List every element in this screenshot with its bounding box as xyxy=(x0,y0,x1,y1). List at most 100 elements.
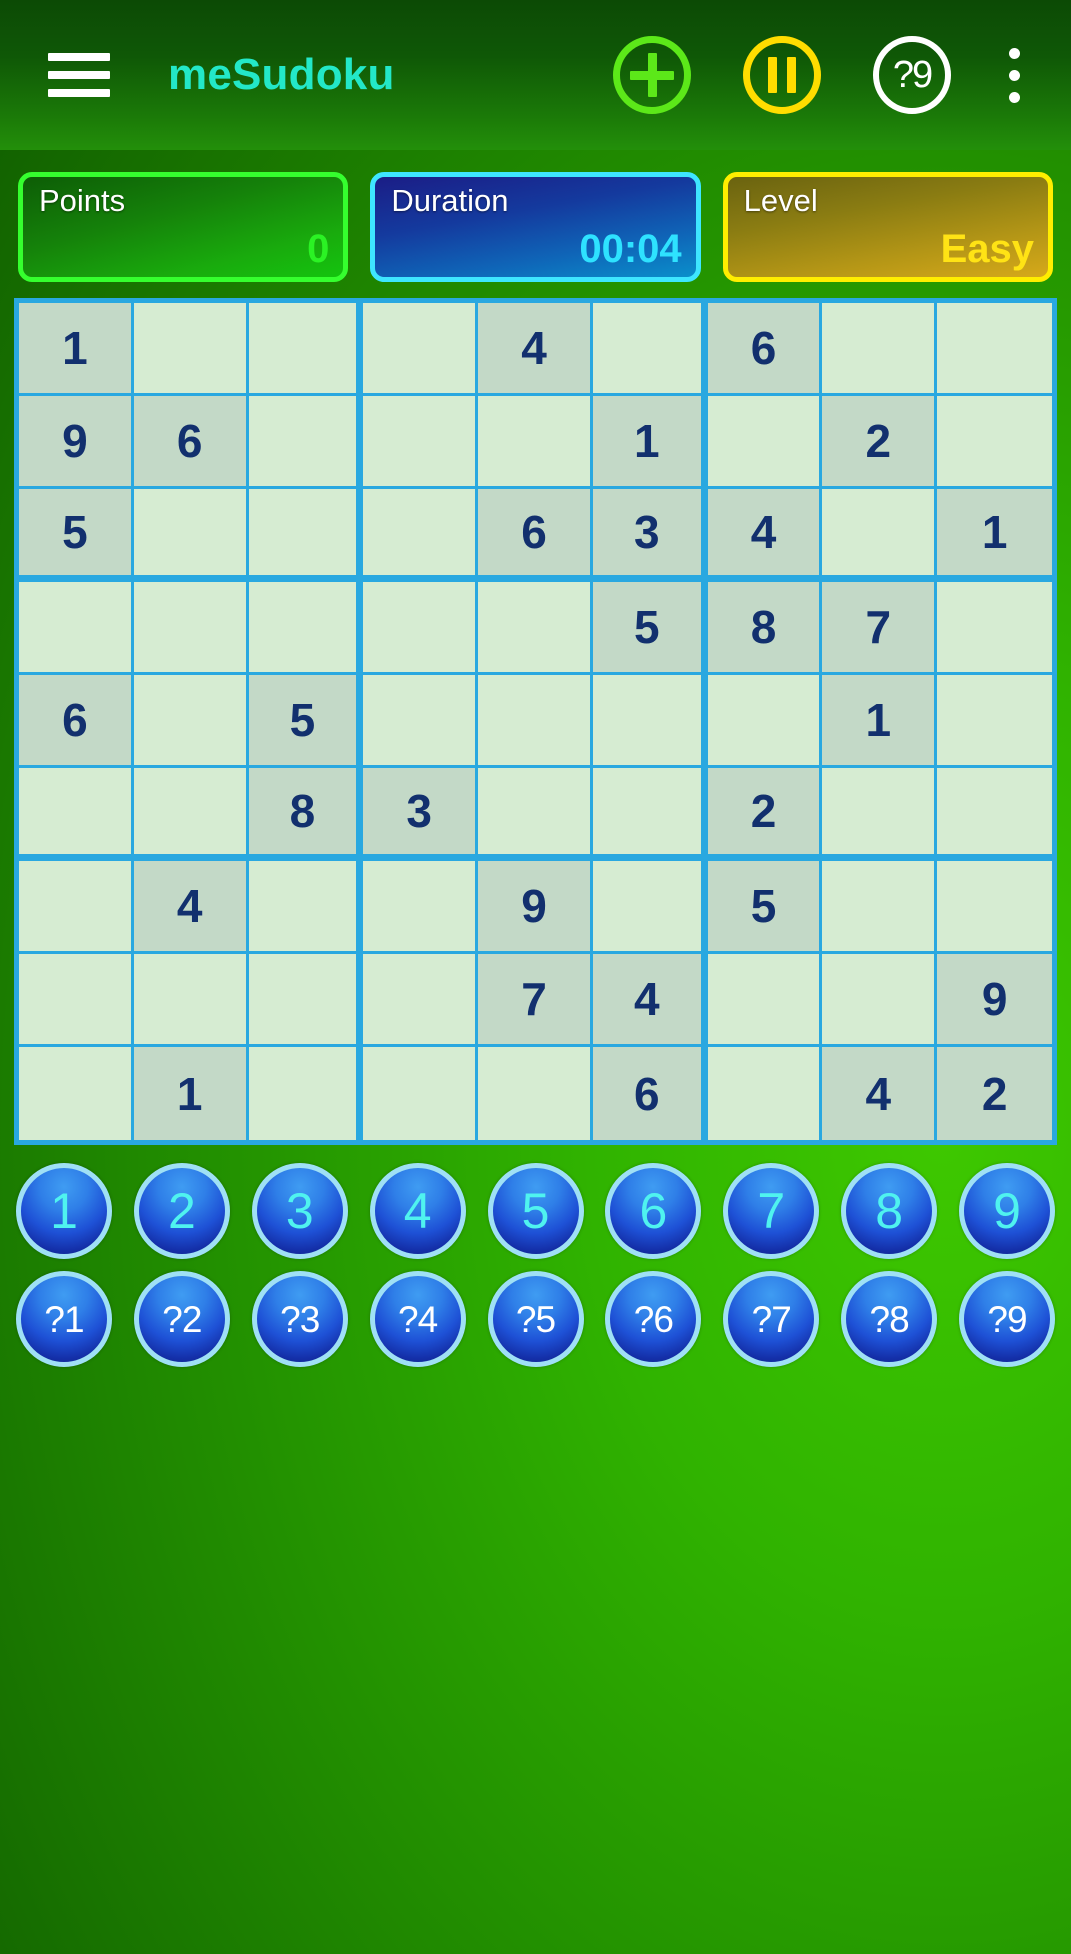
sudoku-cell-r4c3[interactable] xyxy=(248,582,364,675)
sudoku-cell-r4c5[interactable] xyxy=(478,582,593,675)
sudoku-cell-r2c2[interactable]: 6 xyxy=(133,396,249,489)
sudoku-cell-r5c3[interactable]: 5 xyxy=(248,675,364,768)
sudoku-cell-r5c6[interactable] xyxy=(592,675,708,768)
numpad-button-1[interactable]: 1 xyxy=(16,1163,112,1259)
sudoku-cell-r9c6[interactable]: 6 xyxy=(592,1047,708,1140)
sudoku-cell-r2c1[interactable]: 9 xyxy=(19,396,134,489)
sudoku-cell-r3c9[interactable]: 1 xyxy=(937,489,1052,582)
pause-button[interactable] xyxy=(743,36,821,114)
sudoku-cell-r6c6[interactable] xyxy=(592,768,708,861)
sudoku-cell-r7c6[interactable] xyxy=(592,861,708,954)
hamburger-menu-icon[interactable] xyxy=(42,44,116,106)
sudoku-cell-r2c5[interactable] xyxy=(478,396,593,489)
numpad-button-2[interactable]: 2 xyxy=(133,1163,230,1259)
sudoku-cell-r4c8[interactable]: 7 xyxy=(822,582,938,675)
sudoku-cell-r7c7[interactable]: 5 xyxy=(707,861,823,954)
numpad-hint-button-q7[interactable]: ?7 xyxy=(723,1271,820,1367)
numpad-button-5[interactable]: 5 xyxy=(487,1163,584,1259)
sudoku-cell-r6c2[interactable] xyxy=(133,768,249,861)
sudoku-cell-r3c6[interactable]: 3 xyxy=(592,489,708,582)
sudoku-cell-r4c6[interactable]: 5 xyxy=(592,582,708,675)
sudoku-cell-r5c4[interactable] xyxy=(363,675,479,768)
numpad-button-4[interactable]: 4 xyxy=(369,1163,466,1259)
sudoku-cell-r9c2[interactable]: 1 xyxy=(133,1047,249,1140)
hint-button[interactable]: ?9 xyxy=(873,36,951,114)
sudoku-cell-r7c5[interactable]: 9 xyxy=(478,861,593,954)
sudoku-cell-r6c1[interactable] xyxy=(19,768,134,861)
sudoku-cell-r8c5[interactable]: 7 xyxy=(478,954,593,1047)
sudoku-cell-r2c3[interactable] xyxy=(248,396,364,489)
sudoku-cell-r2c4[interactable] xyxy=(363,396,479,489)
sudoku-cell-r3c3[interactable] xyxy=(248,489,364,582)
sudoku-cell-r1c5[interactable]: 4 xyxy=(478,303,593,396)
sudoku-cell-r4c7[interactable]: 8 xyxy=(707,582,823,675)
sudoku-cell-r1c7[interactable]: 6 xyxy=(707,303,823,396)
sudoku-cell-r7c4[interactable] xyxy=(363,861,479,954)
sudoku-cell-r9c3[interactable] xyxy=(248,1047,364,1140)
sudoku-cell-r8c1[interactable] xyxy=(19,954,134,1047)
sudoku-cell-r1c4[interactable] xyxy=(363,303,479,396)
sudoku-cell-r3c5[interactable]: 6 xyxy=(478,489,593,582)
sudoku-cell-r6c5[interactable] xyxy=(478,768,593,861)
sudoku-cell-r7c2[interactable]: 4 xyxy=(133,861,249,954)
sudoku-cell-r8c2[interactable] xyxy=(133,954,249,1047)
sudoku-cell-r8c7[interactable] xyxy=(707,954,823,1047)
numpad-hint-button-q8[interactable]: ?8 xyxy=(841,1271,938,1367)
sudoku-cell-r8c8[interactable] xyxy=(822,954,938,1047)
sudoku-cell-r3c1[interactable]: 5 xyxy=(19,489,134,582)
sudoku-cell-r8c3[interactable] xyxy=(248,954,364,1047)
sudoku-board[interactable]: 1469612563415876518324957491642 xyxy=(14,298,1057,1145)
sudoku-cell-r7c9[interactable] xyxy=(937,861,1052,954)
sudoku-cell-r6c4[interactable]: 3 xyxy=(363,768,479,861)
numpad-button-9[interactable]: 9 xyxy=(959,1163,1055,1259)
new-game-button[interactable] xyxy=(613,36,691,114)
sudoku-cell-r5c8[interactable]: 1 xyxy=(822,675,938,768)
numpad-button-3[interactable]: 3 xyxy=(251,1163,348,1259)
sudoku-cell-r2c6[interactable]: 1 xyxy=(592,396,708,489)
sudoku-cell-r4c1[interactable] xyxy=(19,582,134,675)
numpad-hint-button-q5[interactable]: ?5 xyxy=(487,1271,584,1367)
sudoku-cell-r1c9[interactable] xyxy=(937,303,1052,396)
sudoku-cell-r9c7[interactable] xyxy=(707,1047,823,1140)
sudoku-cell-r3c7[interactable]: 4 xyxy=(707,489,823,582)
sudoku-cell-r5c1[interactable]: 6 xyxy=(19,675,134,768)
sudoku-cell-r9c1[interactable] xyxy=(19,1047,134,1140)
more-vertical-icon[interactable] xyxy=(991,36,1037,114)
numpad-hint-button-q4[interactable]: ?4 xyxy=(369,1271,466,1367)
numpad-hint-button-q6[interactable]: ?6 xyxy=(605,1271,702,1367)
numpad-hint-button-q1[interactable]: ?1 xyxy=(16,1271,112,1367)
sudoku-cell-r1c6[interactable] xyxy=(592,303,708,396)
numpad-hint-button-q3[interactable]: ?3 xyxy=(251,1271,348,1367)
sudoku-cell-r6c9[interactable] xyxy=(937,768,1052,861)
numpad-button-8[interactable]: 8 xyxy=(841,1163,938,1259)
sudoku-cell-r5c2[interactable] xyxy=(133,675,249,768)
sudoku-cell-r6c3[interactable]: 8 xyxy=(248,768,364,861)
sudoku-cell-r9c8[interactable]: 4 xyxy=(822,1047,938,1140)
sudoku-cell-r7c3[interactable] xyxy=(248,861,364,954)
sudoku-cell-r8c4[interactable] xyxy=(363,954,479,1047)
numpad-button-6[interactable]: 6 xyxy=(605,1163,702,1259)
sudoku-cell-r4c2[interactable] xyxy=(133,582,249,675)
sudoku-cell-r4c9[interactable] xyxy=(937,582,1052,675)
sudoku-cell-r1c3[interactable] xyxy=(248,303,364,396)
sudoku-cell-r9c4[interactable] xyxy=(363,1047,479,1140)
sudoku-cell-r2c8[interactable]: 2 xyxy=(822,396,938,489)
sudoku-cell-r1c1[interactable]: 1 xyxy=(19,303,134,396)
sudoku-cell-r4c4[interactable] xyxy=(363,582,479,675)
sudoku-cell-r8c6[interactable]: 4 xyxy=(592,954,708,1047)
numpad-button-7[interactable]: 7 xyxy=(723,1163,820,1259)
sudoku-cell-r5c7[interactable] xyxy=(707,675,823,768)
numpad-hint-button-q2[interactable]: ?2 xyxy=(133,1271,230,1367)
sudoku-cell-r3c8[interactable] xyxy=(822,489,938,582)
sudoku-cell-r5c9[interactable] xyxy=(937,675,1052,768)
sudoku-cell-r7c1[interactable] xyxy=(19,861,134,954)
sudoku-cell-r3c2[interactable] xyxy=(133,489,249,582)
sudoku-cell-r5c5[interactable] xyxy=(478,675,593,768)
sudoku-cell-r1c8[interactable] xyxy=(822,303,938,396)
sudoku-cell-r9c5[interactable] xyxy=(478,1047,593,1140)
sudoku-cell-r1c2[interactable] xyxy=(133,303,249,396)
sudoku-cell-r2c9[interactable] xyxy=(937,396,1052,489)
sudoku-cell-r8c9[interactable]: 9 xyxy=(937,954,1052,1047)
sudoku-cell-r2c7[interactable] xyxy=(707,396,823,489)
sudoku-cell-r9c9[interactable]: 2 xyxy=(937,1047,1052,1140)
